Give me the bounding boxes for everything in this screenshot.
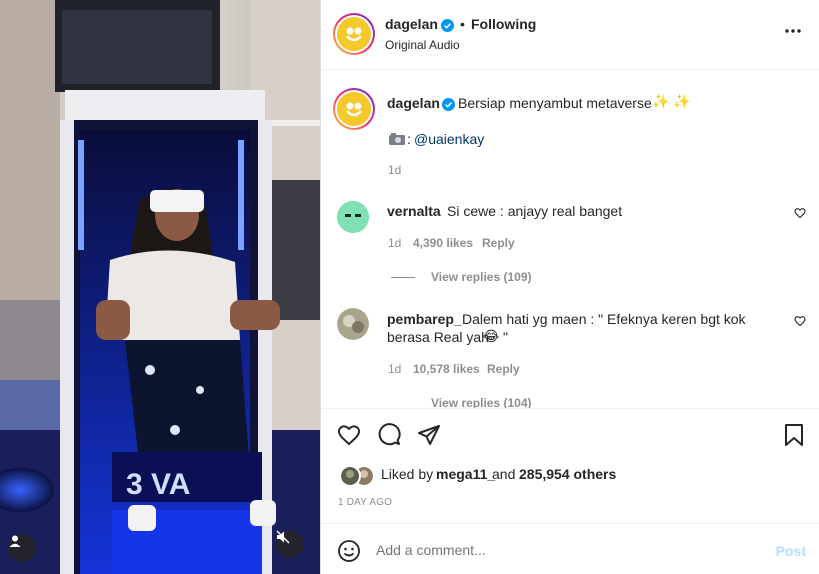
comment-input[interactable] xyxy=(376,538,736,562)
credit-mention-link[interactable]: @uaienkay xyxy=(414,131,484,147)
comment-time[interactable]: 1d xyxy=(388,362,401,376)
tagged-users-button[interactable] xyxy=(8,534,36,562)
verified-badge-icon xyxy=(441,17,454,33)
video-frame: 3 VA xyxy=(0,0,320,574)
avatar[interactable] xyxy=(337,201,369,233)
credit-prefix: : xyxy=(407,131,411,147)
sparkles-emoji: ✨ ✨ xyxy=(652,93,691,109)
like-comment-icon[interactable] xyxy=(794,314,806,330)
following-button[interactable]: Following xyxy=(471,16,536,32)
post-modal: 3 VA dagelan • Following Original Audio … xyxy=(0,0,819,574)
audio-label[interactable]: Original Audio xyxy=(385,38,460,52)
comment-likes[interactable]: 4,390 likes xyxy=(413,236,473,250)
laughing-emoji: 😂 xyxy=(483,328,500,344)
header-username[interactable]: dagelan xyxy=(385,16,438,32)
replies-line xyxy=(391,277,415,278)
caption-username[interactable]: dagelan xyxy=(387,95,440,111)
mute-button[interactable] xyxy=(276,530,304,558)
separator-dot: • xyxy=(460,16,465,32)
comment-username[interactable]: pembarep_ xyxy=(387,311,462,327)
comment-username[interactable]: vernalta xyxy=(387,203,441,219)
view-replies-button[interactable]: View replies (104) xyxy=(431,396,532,408)
likes-count[interactable]: 285,954 others xyxy=(519,466,616,482)
caption-text: Bersiap menyambut metaverse xyxy=(458,95,652,111)
verified-badge-icon xyxy=(442,96,455,112)
photo-avatar-icon xyxy=(337,308,369,340)
heart-icon[interactable] xyxy=(337,423,361,450)
comment-text-line2: berasa Real yah xyxy=(387,329,489,345)
reply-button[interactable]: Reply xyxy=(487,362,520,376)
emoji-icon[interactable] xyxy=(337,539,361,566)
ghost-avatar-icon xyxy=(337,201,369,233)
liked-by-middle: and xyxy=(492,466,516,482)
video-brand-text: 3 VA xyxy=(126,468,190,501)
comment-text-line1: Dalem hati yg maen : " Efeknya keren bgt… xyxy=(462,311,746,327)
reply-button[interactable]: Reply xyxy=(482,236,515,250)
comment-item: pembarep_ Dalem hati yg maen : " Efeknya… xyxy=(321,296,819,408)
comment-likes[interactable]: 10,578 likes xyxy=(413,362,480,376)
dagelan-logo-icon xyxy=(337,17,371,51)
share-icon[interactable] xyxy=(417,423,441,450)
avatar[interactable] xyxy=(333,13,375,55)
bookmark-icon[interactable] xyxy=(783,423,805,450)
action-bar: Liked by mega11_ and 285,954 others 1 DA… xyxy=(321,408,819,523)
comment-text-end: " xyxy=(503,329,508,345)
comment-time[interactable]: 1d xyxy=(388,236,401,250)
comment-item: vernalta Si cewe : anjayy real banget 1d… xyxy=(321,186,819,296)
view-replies-button[interactable]: View replies (109) xyxy=(431,270,532,284)
comments-scroll-area[interactable]: dagelan Bersiap menyambut metaverse ✨ ✨ … xyxy=(321,71,819,408)
avatar[interactable] xyxy=(339,465,361,487)
avatar[interactable] xyxy=(337,308,369,340)
post-video[interactable]: 3 VA xyxy=(0,0,320,574)
comment-text: Si cewe : anjayy real banget xyxy=(447,203,623,219)
post-comment-button[interactable]: Post xyxy=(776,543,806,559)
liked-by-user[interactable]: mega11_ xyxy=(436,466,495,482)
post-details: dagelan • Following Original Audio dagel… xyxy=(320,0,819,574)
avatar[interactable] xyxy=(333,88,375,130)
like-comment-icon[interactable] xyxy=(794,206,806,222)
dagelan-logo-icon xyxy=(337,92,371,126)
camera-icon xyxy=(388,132,406,149)
caption: dagelan Bersiap menyambut metaverse ✨ ✨ … xyxy=(321,71,819,186)
caption-time[interactable]: 1d xyxy=(388,163,401,177)
comment-icon[interactable] xyxy=(377,423,401,450)
post-header: dagelan • Following Original Audio xyxy=(321,0,819,70)
add-comment-bar: Post xyxy=(321,523,819,574)
liked-by-prefix: Liked by xyxy=(381,466,434,482)
post-timestamp[interactable]: 1 DAY AGO xyxy=(338,497,392,508)
more-options-icon[interactable] xyxy=(784,22,802,43)
